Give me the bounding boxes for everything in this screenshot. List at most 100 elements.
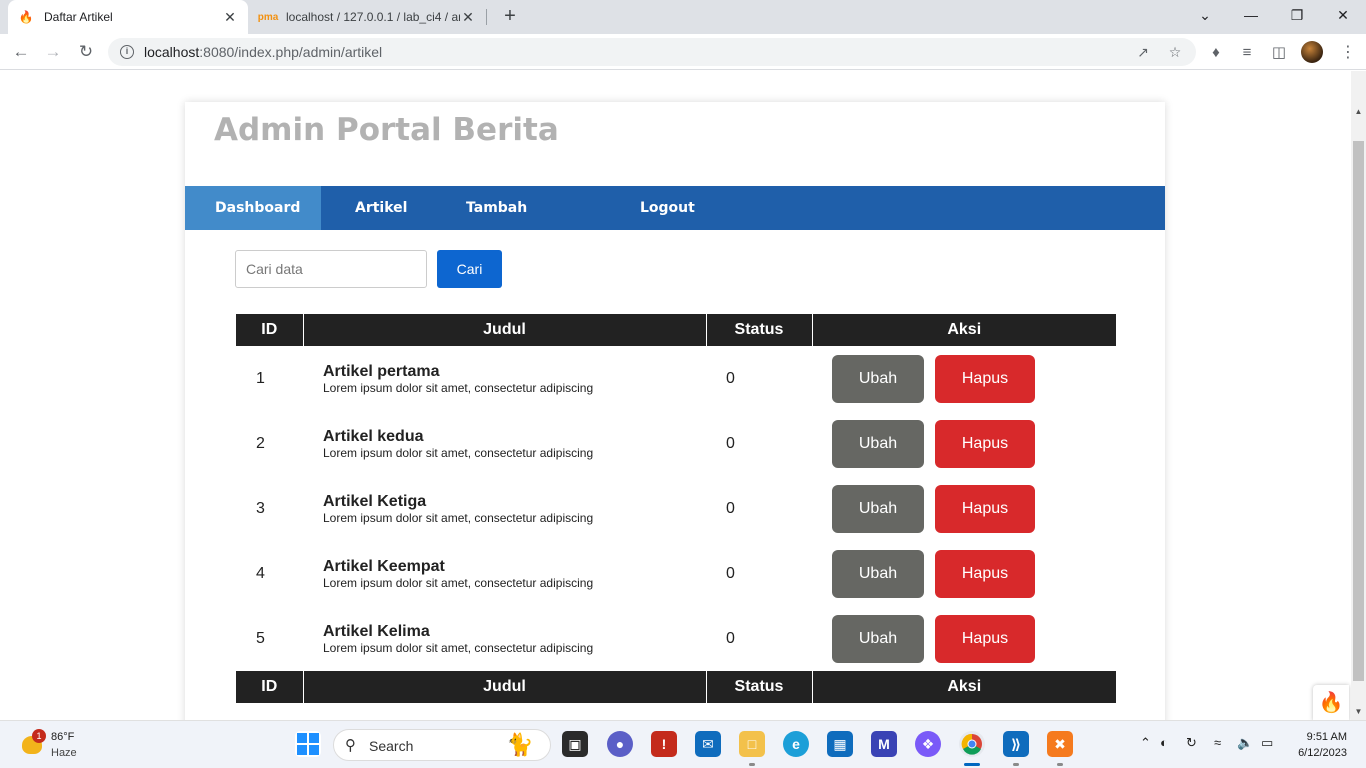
running-indicator (749, 763, 755, 766)
zend-app-icon[interactable]: M (871, 731, 897, 757)
wifi-icon[interactable]: ≈ (1214, 735, 1221, 750)
notification-badge: 1 (32, 729, 46, 743)
address-bar[interactable]: i localhost:8080/index.php/admin/artikel… (108, 38, 1196, 66)
edit-button[interactable]: Ubah (832, 354, 924, 403)
edit-button[interactable]: Ubah (832, 614, 924, 663)
article-desc: Lorem ipsum dolor sit amet, consectetur … (323, 510, 594, 525)
delete-button[interactable]: Hapus (935, 419, 1035, 468)
battery-icon[interactable]: ▭ (1261, 735, 1273, 751)
close-window-button[interactable]: ✕ (1320, 0, 1366, 30)
admin-container: Admin Portal Berita Dashboard Artikel Ta… (185, 102, 1165, 720)
page-viewport: Admin Portal Berita Dashboard Artikel Ta… (0, 71, 1366, 720)
side-panel-icon[interactable]: ◫ (1268, 42, 1290, 64)
chrome-icon[interactable] (959, 731, 985, 757)
search-button[interactable]: Cari (437, 250, 502, 288)
tab-phpmyadmin[interactable]: pma localhost / 127.0.0.1 / lab_ci4 / ar… (250, 0, 486, 34)
codeigniter-flame-icon: 🔥 (18, 10, 34, 24)
running-indicator (1013, 763, 1019, 766)
edit-button[interactable]: Ubah (832, 549, 924, 598)
cell-aksi: Ubah Hapus (812, 411, 1116, 476)
minimize-button[interactable]: — (1228, 0, 1274, 30)
edit-button[interactable]: Ubah (832, 419, 924, 468)
nav-tambah-artikel[interactable]: Tambah Artikel (437, 186, 609, 260)
bookmark-star-icon[interactable]: ☆ (1166, 43, 1184, 61)
nav-dashboard[interactable]: Dashboard (185, 186, 321, 230)
table-row: 3 Artikel Ketiga Lorem ipsum dolor sit a… (236, 476, 1116, 541)
share-icon[interactable]: ↗ (1134, 43, 1152, 61)
tray-sync-icon[interactable]: ↻ (1186, 735, 1197, 751)
scroll-up-arrow-icon[interactable]: ▲ (1354, 107, 1363, 116)
edge-browser-icon[interactable]: e (783, 731, 809, 757)
clock-date: 6/12/2023 (1298, 747, 1347, 759)
nav-logout[interactable]: Logout (609, 186, 725, 230)
phpmyadmin-icon: pma (257, 11, 279, 23)
xampp-icon[interactable]: ✖ (1047, 731, 1073, 757)
article-title: Artikel Kelima (323, 622, 430, 640)
windows-taskbar: 1 86°F Haze ⚲ Search 🐈 ▣ ● ! ✉ □ e ▦ M ❖… (0, 720, 1366, 768)
search-highlight-cat-icon: 🐈 (506, 732, 534, 757)
windows-start-icon[interactable] (295, 731, 321, 757)
tab-title: localhost / 127.0.0.1 / lab_ci4 / ar (286, 10, 460, 24)
weather-widget[interactable]: 1 86°F Haze (20, 729, 130, 763)
cell-id: 2 (256, 434, 265, 452)
vscode-icon[interactable]: ⟫ (1003, 731, 1029, 757)
volume-icon[interactable]: 🔈 (1237, 735, 1253, 751)
article-table: ID Judul Status Aksi 1 Artikel pertama L… (236, 314, 1116, 703)
scroll-down-arrow-icon[interactable]: ▼ (1354, 707, 1363, 716)
table-row: 4 Artikel Keempat Lorem ipsum dolor sit … (236, 541, 1116, 606)
chrome-active-indicator (964, 763, 980, 766)
cell-id: 1 (256, 369, 265, 387)
mail-icon[interactable]: ✉ (695, 731, 721, 757)
app-red-icon[interactable]: ! (651, 731, 677, 757)
search-input[interactable] (235, 250, 427, 288)
delete-button[interactable]: Hapus (935, 614, 1035, 663)
close-tab-icon[interactable]: ✕ (222, 9, 238, 26)
media-queue-icon[interactable]: ≡ (1236, 42, 1258, 64)
forward-arrow-icon[interactable]: → (40, 40, 66, 64)
microsoft-store-icon[interactable]: ▦ (827, 731, 853, 757)
cell-aksi: Ubah Hapus (812, 476, 1116, 541)
task-view-icon[interactable]: ▣ (562, 731, 588, 757)
nav-artikel[interactable]: Artikel (321, 186, 437, 230)
cell-status: 0 (726, 629, 735, 647)
delete-button[interactable]: Hapus (935, 354, 1035, 403)
cell-status: 0 (726, 564, 735, 582)
site-title: Admin Portal Berita (214, 112, 559, 148)
taskbar-clock[interactable]: 9:51 AM 6/12/2023 (1285, 729, 1347, 761)
header-aksi: Aksi (812, 314, 1116, 346)
more-menu-icon[interactable]: ⋮ (1340, 42, 1356, 64)
back-arrow-icon[interactable]: ← (8, 40, 34, 64)
delete-button[interactable]: Hapus (935, 549, 1035, 598)
header-judul: Judul (303, 314, 707, 346)
chat-meet-icon[interactable]: ● (607, 731, 633, 757)
browser-toolbar: ← → ↻ i localhost:8080/index.php/admin/a… (0, 34, 1366, 70)
codeigniter-debug-toolbar-icon[interactable]: 🔥 (1313, 685, 1349, 720)
extensions-puzzle-icon[interactable]: ♦ (1205, 42, 1227, 64)
cell-aksi: Ubah Hapus (812, 606, 1116, 671)
scrollbar-thumb[interactable] (1353, 141, 1364, 681)
site-info-icon[interactable]: i (120, 45, 134, 59)
reload-icon[interactable]: ↻ (73, 40, 99, 64)
file-explorer-icon[interactable]: □ (739, 731, 765, 757)
tab-search-chevron-icon[interactable]: ⌄ (1182, 0, 1228, 30)
edit-button[interactable]: Ubah (832, 484, 924, 533)
article-desc: Lorem ipsum dolor sit amet, consectetur … (323, 380, 594, 395)
cell-id: 5 (256, 629, 265, 647)
new-tab-button[interactable]: + (498, 4, 522, 28)
page-scrollbar[interactable]: ▲ ▼ (1351, 71, 1366, 720)
table-row: 2 Artikel kedua Lorem ipsum dolor sit am… (236, 411, 1116, 476)
tab-daftar-artikel[interactable]: 🔥 Daftar Artikel ✕ (8, 0, 248, 34)
close-tab-icon[interactable]: ✕ (460, 9, 476, 26)
tray-security-icon[interactable]: ◐ (1160, 735, 1168, 750)
tray-chevron-icon[interactable]: ⌃ (1140, 735, 1151, 751)
search-icon: ⚲ (345, 737, 356, 754)
taskbar-search-box[interactable]: ⚲ Search 🐈 (333, 729, 551, 761)
profile-avatar[interactable] (1301, 41, 1323, 63)
cell-judul: Artikel Ketiga Lorem ipsum dolor sit ame… (303, 476, 706, 541)
delete-button[interactable]: Hapus (935, 484, 1035, 533)
browser-tab-strip: 🔥 Daftar Artikel ✕ pma localhost / 127.0… (0, 0, 1366, 34)
running-indicator (1057, 763, 1063, 766)
main-nav: Dashboard Artikel Tambah Artikel Logout (185, 186, 1165, 260)
restore-button[interactable]: ❐ (1274, 0, 1320, 30)
copilot-icon[interactable]: ❖ (915, 731, 941, 757)
